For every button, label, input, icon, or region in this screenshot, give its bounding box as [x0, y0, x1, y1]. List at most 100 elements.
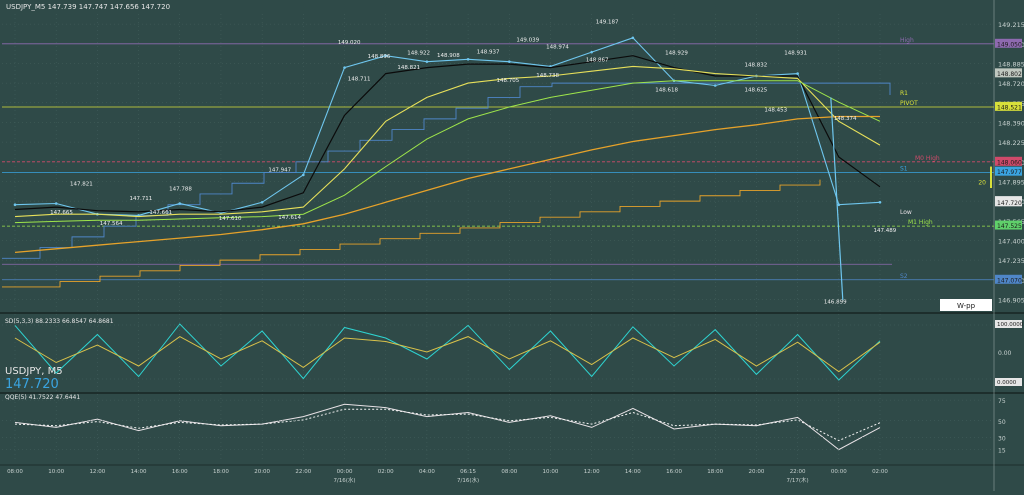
time-axis-label: 00:00 — [831, 469, 847, 475]
price-annotation: 148.821 — [397, 65, 420, 71]
price-point — [343, 66, 346, 69]
price-point — [507, 60, 511, 63]
time-axis-label: 02:00 — [378, 469, 394, 475]
time-axis-label: 04:00 — [419, 469, 435, 475]
time-axis-label: 14:00 — [625, 469, 641, 475]
price-annotation: 148.625 — [745, 87, 768, 93]
time-axis-label: 20:00 — [254, 469, 270, 475]
price-point — [713, 84, 717, 87]
chart-window: High PIVOT M0 High S1 M1 High S2 R1 Low W-pp 20 1… — [0, 0, 1024, 491]
time-axis-label: 16:00 — [172, 469, 188, 475]
vpp-label: W-pp — [957, 302, 976, 310]
price-annotation: 148.711 — [348, 77, 371, 83]
time-axis-label: 06:15 — [460, 469, 476, 475]
price-badge-text: 149.050 — [997, 41, 1022, 48]
time-axis-label: 08:00 — [501, 469, 517, 475]
time-axis-label: 16:00 — [666, 469, 682, 475]
price-annotation: 148.832 — [745, 62, 768, 68]
stoch-axis-label: 0.0000 — [997, 380, 1017, 386]
time-axis-label: 18:00 — [707, 469, 723, 475]
price-badge-text: 147.977 — [997, 169, 1022, 176]
pivot-level-line-label: PIVOT — [900, 100, 918, 107]
price-point — [178, 202, 182, 205]
price-annotation: 149.020 — [338, 40, 361, 46]
price-badge-text: 147.525 — [997, 223, 1022, 230]
date-axis-label: 7/16(水) — [457, 476, 479, 484]
side-value: 20 — [978, 179, 986, 186]
price-annotation: 146.899 — [824, 300, 847, 306]
high-level-line-label: High — [900, 37, 914, 44]
time-axis-label: 08:00 — [7, 469, 23, 475]
time-axis-label: 02:00 — [872, 469, 888, 475]
price-annotation: 148.374 — [834, 116, 857, 122]
price-annotation: 149.187 — [596, 20, 619, 26]
price-annotation: 147.489 — [874, 228, 897, 234]
price-annotation: 148.908 — [437, 53, 460, 59]
qqe-label: QQE(5) 41.7522 47.6441 — [5, 394, 80, 401]
price-annotation: 148.937 — [477, 49, 500, 55]
price-point — [631, 36, 635, 40]
price-annotation: 148.453 — [764, 108, 787, 114]
price-point — [302, 173, 305, 177]
time-axis-label: 14:00 — [131, 469, 147, 475]
s1-level-line-label: S1 — [900, 166, 908, 173]
price-axis-label: 147.895 — [998, 178, 1024, 186]
price-annotation: 149.039 — [516, 37, 539, 43]
price-axis-label: 147.235 — [998, 257, 1024, 265]
stoch-axis-label: 0.00 — [998, 350, 1012, 357]
r1-level-label: R1 — [900, 90, 908, 97]
price-point — [425, 60, 429, 63]
symbol-price: 147.720 — [5, 377, 59, 392]
time-axis-label: 22:00 — [790, 469, 806, 475]
price-badge-text: 147.070 — [997, 277, 1022, 284]
time-axis-label: 12:00 — [584, 469, 600, 475]
price-annotation: 148.705 — [497, 78, 520, 84]
price-axis-label: 146.905 — [998, 296, 1024, 304]
price-axis-label: 148.885 — [998, 60, 1024, 68]
price-point — [466, 57, 470, 61]
price-annotation: 147.821 — [70, 182, 93, 188]
date-axis-label: 7/17(木) — [787, 476, 809, 484]
price-point — [260, 201, 264, 204]
price-annotation: 148.929 — [665, 51, 688, 57]
price-annotation: 147.711 — [130, 196, 153, 202]
price-axis-label: 147.400 — [998, 237, 1024, 245]
price-annotation: 148.618 — [655, 87, 678, 93]
price-annotation: 147.788 — [169, 186, 192, 192]
time-axis-label: 20:00 — [748, 469, 764, 475]
price-axis-label: 148.225 — [998, 139, 1024, 147]
price-badge-text: 148.060 — [997, 159, 1022, 166]
low-level-label: Low — [900, 209, 912, 216]
price-annotation: 147.947 — [268, 167, 291, 173]
time-axis-label: 00:00 — [337, 469, 353, 475]
price-axis-label: 148.720 — [998, 80, 1024, 88]
price-annotation: 148.738 — [536, 73, 559, 79]
time-axis-label: 10:00 — [48, 469, 64, 475]
price-axis-label: 149.215 — [998, 21, 1024, 29]
price-axis: 149.215149.050148.885148.720148.555148.3… — [995, 21, 1024, 304]
qqe-axis-label: 30 — [998, 435, 1006, 442]
chart-canvas: High PIVOT M0 High S1 M1 High S2 R1 Low W-pp 20 1… — [0, 0, 1024, 491]
price-annotation: 148.867 — [586, 58, 609, 64]
price-annotation: 147.665 — [50, 210, 73, 216]
price-badge-text: 147.720 — [997, 200, 1022, 207]
qqe-axis-label: 75 — [998, 398, 1006, 405]
time-axis-label: 22:00 — [295, 469, 311, 475]
chart-background — [0, 0, 1024, 491]
price-point — [590, 50, 593, 54]
symbol-label: USDJPY, M5 — [5, 366, 63, 377]
price-point — [837, 203, 841, 206]
price-point — [878, 201, 882, 204]
stoch-axis-label: 100.0000 — [997, 322, 1024, 328]
price-point — [13, 203, 17, 206]
price-annotation: 148.922 — [407, 51, 430, 57]
price-annotation: 147.610 — [219, 216, 242, 222]
s2-level-line-label: S2 — [900, 273, 908, 280]
r1-level-line-label: M0 High — [915, 155, 940, 162]
price-point — [796, 72, 799, 75]
price-annotation: 148.931 — [784, 51, 807, 57]
price-axis-label: 148.390 — [998, 119, 1024, 127]
time-axis-label: 12:00 — [89, 469, 105, 475]
price-annotation: 148.896 — [368, 54, 391, 60]
price-badge-text: 148.802 — [997, 71, 1022, 78]
